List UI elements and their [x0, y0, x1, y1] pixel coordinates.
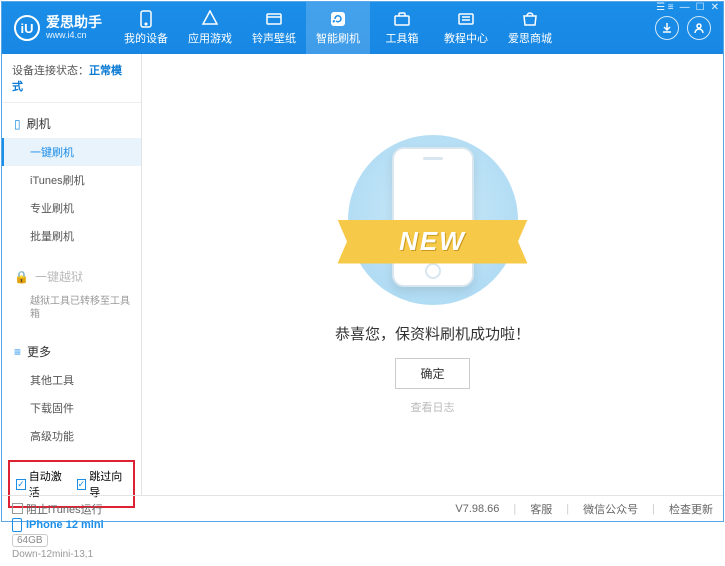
- sidebar-item-one-key-flash[interactable]: 一键刷机: [2, 138, 141, 166]
- wallpaper-icon: [265, 10, 283, 28]
- sidebar-head-jailbreak: 🔒 一键越狱: [2, 262, 141, 291]
- check-update-link[interactable]: 检查更新: [669, 501, 713, 517]
- wechat-link[interactable]: 微信公众号: [583, 501, 638, 517]
- tutorials-icon: [457, 10, 475, 28]
- sidebar: 设备连接状态：正常模式 ▯ 刷机 一键刷机 iTunes刷机 专业刷机 批量刷机…: [2, 54, 142, 495]
- download-button[interactable]: [655, 16, 679, 40]
- sidebar-item-batch-flash[interactable]: 批量刷机: [2, 222, 141, 250]
- close-icon[interactable]: ✕: [711, 2, 719, 13]
- phone-icon: [137, 10, 155, 28]
- sidebar-head-more[interactable]: ≡ 更多: [2, 337, 141, 366]
- sidebar-item-download-fw[interactable]: 下载固件: [2, 394, 141, 422]
- window-controls: ☰ ≡ — ☐ ✕: [656, 2, 719, 13]
- toolbox-icon: [393, 10, 411, 28]
- view-log-link[interactable]: 查看日志: [411, 399, 455, 415]
- sidebar-item-other-tools[interactable]: 其他工具: [2, 366, 141, 394]
- store-icon: [521, 10, 539, 28]
- brand-logo-icon: iU: [14, 15, 40, 41]
- ok-button[interactable]: 确定: [395, 358, 469, 389]
- nav-toolbox[interactable]: 工具箱: [370, 2, 434, 54]
- minimize-icon[interactable]: —: [680, 2, 690, 13]
- lock-icon: 🔒: [14, 270, 29, 284]
- more-icon: ≡: [14, 345, 21, 359]
- brand-title: 爱思助手: [46, 15, 102, 30]
- check-icon: ✓: [77, 479, 87, 490]
- check-icon: ✓: [16, 479, 26, 490]
- apps-icon: [201, 10, 219, 28]
- checkbox-block-itunes[interactable]: ✓ 阻止iTunes运行: [12, 501, 103, 517]
- device-sub: Down-12mini-13,1: [12, 549, 131, 560]
- version-label: V7.98.66: [455, 503, 499, 515]
- footer: ✓ 阻止iTunes运行 V7.98.66 | 客服 | 微信公众号 | 检查更…: [2, 495, 723, 521]
- brand-subtitle: www.i4.cn: [46, 31, 102, 41]
- success-message: 恭喜您，保资料刷机成功啦！: [335, 323, 530, 344]
- refresh-icon: [329, 10, 347, 28]
- nav-smart-flash[interactable]: 智能刷机: [306, 2, 370, 54]
- nav-store[interactable]: 爱思商城: [498, 2, 562, 54]
- sidebar-item-pro-flash[interactable]: 专业刷机: [2, 194, 141, 222]
- brand: iU 爱思助手 www.i4.cn: [2, 2, 114, 54]
- sidebar-item-advanced[interactable]: 高级功能: [2, 422, 141, 450]
- phone-illustration-icon: [392, 147, 474, 287]
- nav-tutorials[interactable]: 教程中心: [434, 2, 498, 54]
- sidebar-item-itunes-flash[interactable]: iTunes刷机: [2, 166, 141, 194]
- phone-small-icon: ▯: [14, 117, 21, 131]
- nav-ringtones[interactable]: 铃声壁纸: [242, 2, 306, 54]
- jailbreak-note: 越狱工具已转移至工具箱: [2, 291, 141, 325]
- top-nav: 我的设备 应用游戏 铃声壁纸 智能刷机 工具箱 教程中心: [114, 2, 643, 54]
- header: ☰ ≡ — ☐ ✕ iU 爱思助手 www.i4.cn 我的设备 应用游戏 铃声: [2, 2, 723, 54]
- profile-button[interactable]: [687, 16, 711, 40]
- main-content: NEW 恭喜您，保资料刷机成功啦！ 确定 查看日志: [142, 54, 723, 495]
- connection-status: 设备连接状态：正常模式: [2, 54, 141, 103]
- device-storage: 64GB: [12, 534, 48, 547]
- nav-my-device[interactable]: 我的设备: [114, 2, 178, 54]
- customer-service-link[interactable]: 客服: [530, 501, 552, 517]
- maximize-icon[interactable]: ☐: [696, 2, 705, 13]
- checkbox-icon: ✓: [12, 503, 23, 514]
- menu-icon[interactable]: ☰ ≡: [656, 2, 674, 13]
- nav-apps-games[interactable]: 应用游戏: [178, 2, 242, 54]
- sidebar-head-flash[interactable]: ▯ 刷机: [2, 109, 141, 138]
- success-illustration: NEW: [323, 135, 543, 305]
- new-ribbon: NEW: [338, 220, 528, 264]
